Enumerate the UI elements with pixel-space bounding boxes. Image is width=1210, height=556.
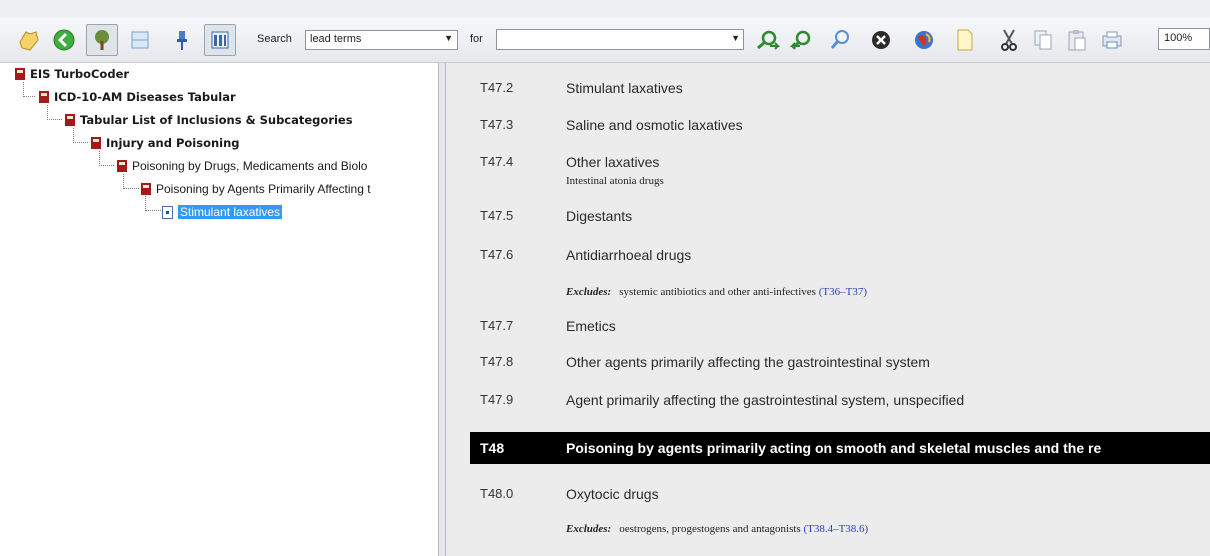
- entry-code: T47.4: [480, 154, 514, 169]
- category-header-title[interactable]: Poisoning by agents primarily acting on …: [566, 440, 1101, 456]
- entry-code: T47.3: [480, 117, 514, 132]
- search-scope-select[interactable]: lead terms ▼: [305, 30, 458, 50]
- book-icon: [141, 183, 151, 195]
- tree-connector: [23, 82, 35, 97]
- excludes-note: Excludes: oestrogens, progestogens and an…: [566, 523, 868, 535]
- tree-node-stimulant-laxatives[interactable]: Stimulant laxatives: [162, 204, 283, 220]
- globe-icon[interactable]: [910, 24, 938, 56]
- excludes-link[interactable]: (T36–T37): [819, 286, 867, 298]
- entry-code: T47.8: [480, 354, 514, 369]
- entry-title[interactable]: Digestants: [566, 208, 632, 224]
- tree-node-label: Tabular List of Inclusions & Subcategori…: [80, 113, 353, 127]
- new-page-icon[interactable]: [952, 24, 978, 56]
- book-icon: [65, 114, 75, 126]
- entry-title[interactable]: Emetics: [566, 318, 616, 334]
- entry-code: T47.6: [480, 247, 514, 262]
- category-header-code: T48: [480, 440, 505, 456]
- entry-title[interactable]: Saline and osmotic laxatives: [566, 117, 743, 133]
- tree-view-icon[interactable]: [86, 24, 118, 56]
- list-view-icon[interactable]: [126, 24, 154, 56]
- chevron-down-icon: ▼: [444, 33, 453, 43]
- tree-node-label: Poisoning by Drugs, Medicaments and Biol…: [132, 159, 368, 173]
- entry-code: T47.9: [480, 392, 514, 407]
- tree-node-label-selected: Stimulant laxatives: [178, 205, 283, 219]
- excludes-text: systemic antibiotics and other anti-infe…: [619, 286, 816, 298]
- copy-icon[interactable]: [1030, 24, 1056, 56]
- entry-code: T47.2: [480, 80, 514, 95]
- tree-connector: [123, 174, 139, 189]
- entry-title[interactable]: Antidiarrhoeal drugs: [566, 247, 691, 263]
- search-forward-icon[interactable]: [752, 24, 782, 56]
- pin-icon[interactable]: [168, 24, 196, 56]
- tree-node-diseases-tabular[interactable]: ICD-10-AM Diseases Tabular: [38, 89, 236, 105]
- entry-title[interactable]: Oxytocic drugs: [566, 486, 659, 502]
- tree-node-poisoning-agents[interactable]: Poisoning by Agents Primarily Affecting …: [140, 181, 371, 197]
- excludes-label: Excludes:: [566, 523, 612, 535]
- tree-node-label: Poisoning by Agents Primarily Affecting …: [156, 182, 371, 196]
- tree-connector: [47, 105, 62, 120]
- entry-title[interactable]: Other agents primarily affecting the gas…: [566, 354, 930, 370]
- paste-icon[interactable]: [1064, 24, 1090, 56]
- magnifier-icon[interactable]: [826, 24, 854, 56]
- tree-node-poisoning-drugs[interactable]: Poisoning by Drugs, Medicaments and Biol…: [116, 158, 367, 174]
- book-icon: [15, 68, 25, 80]
- book-icon: [91, 137, 101, 149]
- tree-connector: [145, 196, 161, 211]
- search-input[interactable]: ▼: [496, 29, 744, 50]
- columns-icon[interactable]: [204, 24, 236, 56]
- tree-connector: [73, 128, 88, 143]
- search-label: Search: [257, 33, 292, 45]
- entry-code: T47.7: [480, 318, 514, 333]
- book-icon: [117, 160, 127, 172]
- pane-splitter[interactable]: [438, 63, 446, 556]
- tree-node-root[interactable]: EIS TurboCoder: [14, 66, 129, 82]
- back-green-icon[interactable]: [50, 24, 78, 56]
- print-icon[interactable]: [1098, 24, 1126, 56]
- excludes-link[interactable]: (T38.4–T38.6): [803, 523, 868, 535]
- tree-node-injury-poisoning[interactable]: Injury and Poisoning: [90, 135, 240, 151]
- zoom-level-field[interactable]: 100%: [1158, 28, 1210, 50]
- tree-node-label: EIS TurboCoder: [30, 67, 130, 81]
- entry-title[interactable]: Agent primarily affecting the gastrointe…: [566, 392, 964, 408]
- for-label: for: [470, 33, 483, 45]
- search-backward-icon[interactable]: [788, 24, 818, 56]
- search-scope-value: lead terms: [310, 33, 362, 45]
- entry-code: T47.5: [480, 208, 514, 223]
- tree-node-tabular-list[interactable]: Tabular List of Inclusions & Subcategori…: [64, 112, 353, 128]
- tree-node-label: Injury and Poisoning: [106, 136, 240, 150]
- entry-code: T48.0: [480, 486, 514, 501]
- chevron-down-icon[interactable]: ▼: [731, 33, 740, 43]
- cut-icon[interactable]: [996, 24, 1022, 56]
- entry-subtitle: Intestinal atonia drugs: [566, 175, 664, 187]
- tree-node-label: ICD-10-AM Diseases Tabular: [54, 90, 236, 104]
- book-icon: [39, 91, 49, 103]
- document-icon: [162, 205, 173, 219]
- hand-pointer-icon[interactable]: [14, 24, 42, 56]
- entry-title[interactable]: Stimulant laxatives: [566, 80, 683, 96]
- excludes-text: oestrogens, progestogens and antagonists: [619, 523, 801, 535]
- title-strip: [0, 0, 1210, 19]
- stop-icon[interactable]: [868, 24, 894, 56]
- tree-connector: [99, 151, 114, 166]
- content-pane: [446, 63, 1210, 556]
- excludes-note: Excludes: systemic antibiotics and other …: [566, 286, 867, 298]
- entry-title[interactable]: Other laxatives: [566, 154, 659, 170]
- excludes-label: Excludes:: [566, 286, 612, 298]
